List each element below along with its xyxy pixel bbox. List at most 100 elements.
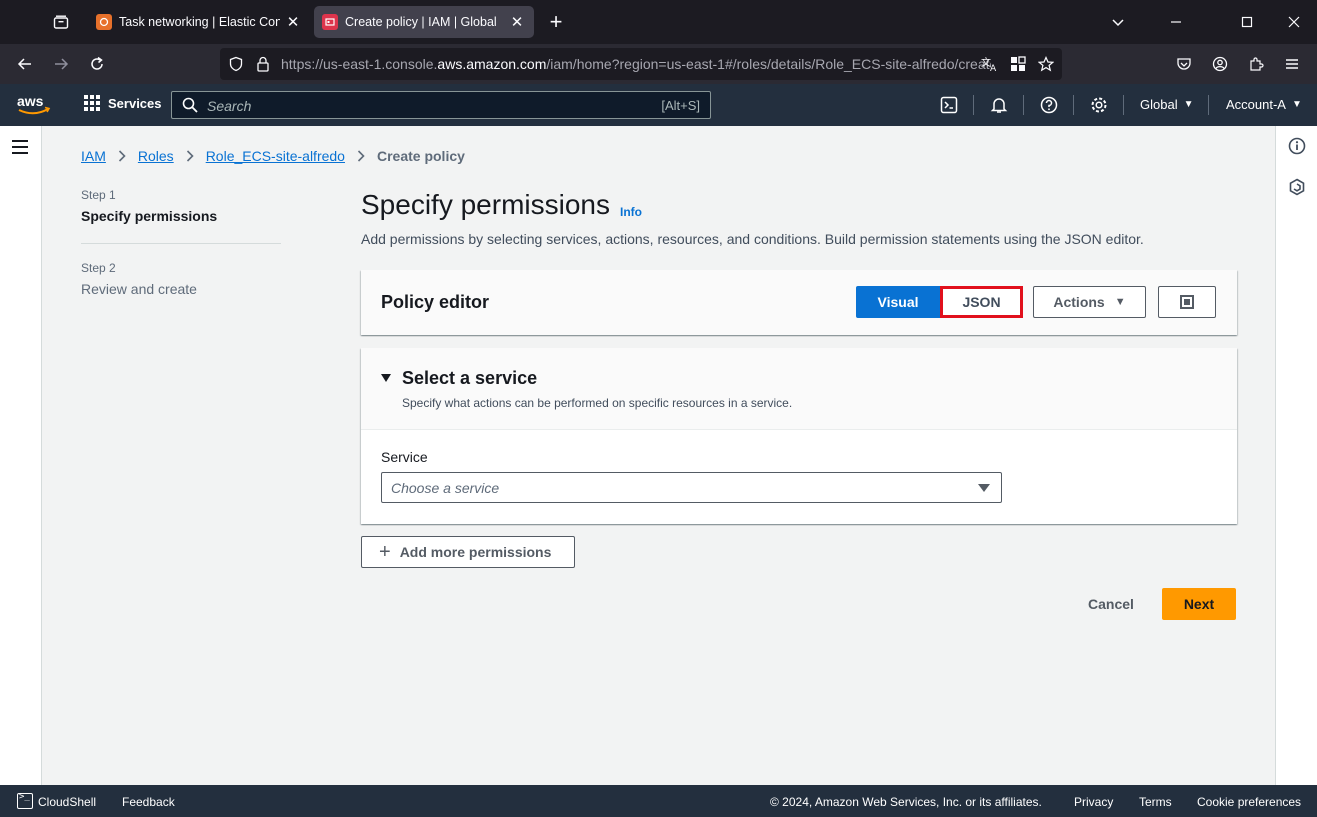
plus-icon: + <box>379 541 391 563</box>
search-shortcut: [Alt+S] <box>661 98 700 113</box>
breadcrumb-roles-link[interactable]: Roles <box>138 148 174 164</box>
hexagon-icon[interactable] <box>1288 178 1306 196</box>
ecs-favicon-icon <box>96 14 112 30</box>
new-tab-button[interactable]: + <box>542 8 570 36</box>
iam-favicon-icon <box>322 14 338 30</box>
aws-logo-icon[interactable]: aws <box>16 92 52 118</box>
address-bar[interactable]: https://us-east-1.console.aws.amazon.com… <box>220 48 1062 80</box>
info-icon[interactable] <box>1288 137 1306 155</box>
breadcrumb-iam-link[interactable]: IAM <box>81 148 106 164</box>
svg-text:aws: aws <box>17 93 44 109</box>
tab-title: Create policy | IAM | Global <box>345 15 497 29</box>
footer-cookie-link[interactable]: Cookie preferences <box>1197 795 1301 809</box>
service-select-placeholder: Choose a service <box>391 480 500 496</box>
browser-tab-iam[interactable]: Create policy | IAM | Global ✕ <box>314 6 534 38</box>
cancel-button[interactable]: Cancel <box>1076 588 1146 620</box>
chevron-right-icon <box>118 150 126 162</box>
tab-list-dropdown-button[interactable] <box>1098 8 1138 36</box>
grid-icon <box>84 95 100 111</box>
json-mode-button[interactable]: JSON <box>940 286 1023 318</box>
notifications-button[interactable] <box>989 95 1009 115</box>
add-more-permissions-button[interactable]: + Add more permissions <box>361 536 575 568</box>
close-icon <box>1288 16 1300 28</box>
caret-down-icon[interactable] <box>381 374 391 382</box>
services-label: Services <box>108 95 162 111</box>
tab-overview-button[interactable] <box>44 8 78 36</box>
maximize-button[interactable] <box>1227 8 1267 36</box>
browser-tab-strip: Task networking | Elastic Container Serv… <box>0 0 1317 44</box>
step-title: Specify permissions <box>81 208 218 224</box>
caret-down-icon: ▼ <box>1291 99 1302 110</box>
service-select[interactable]: Choose a service <box>381 472 1002 503</box>
chevron-right-icon <box>186 150 194 162</box>
select-service-description: Specify what actions can be performed on… <box>402 396 793 410</box>
translate-icon[interactable]: 文A <box>980 54 1000 74</box>
region-selector[interactable]: Global ▼ <box>1140 97 1193 112</box>
reload-icon <box>91 56 103 70</box>
header-divider <box>1123 95 1124 115</box>
extensions-grid-icon[interactable] <box>1008 54 1028 74</box>
tab-overview-icon <box>53 15 69 29</box>
cloudshell-header-button[interactable] <box>939 95 959 115</box>
url-prefix: https://us-east-1.console. <box>281 56 438 72</box>
info-link[interactable]: Info <box>620 205 642 219</box>
search-placeholder: Search <box>207 98 252 114</box>
hamburger-menu-icon[interactable] <box>12 140 28 154</box>
forward-button[interactable] <box>47 50 75 78</box>
footer-cloudshell-link[interactable]: CloudShell <box>38 795 96 809</box>
footer-terms-link[interactable]: Terms <box>1139 795 1172 809</box>
footer-feedback-link[interactable]: Feedback <box>122 795 175 809</box>
visual-mode-button[interactable]: Visual <box>856 286 940 318</box>
step-number: Step 2 <box>81 261 116 275</box>
pocket-button[interactable] <box>1170 50 1198 78</box>
account-button[interactable] <box>1206 50 1234 78</box>
lock-icon[interactable] <box>253 54 273 74</box>
bookmark-star-icon[interactable] <box>1036 54 1056 74</box>
terminal-icon[interactable] <box>17 792 33 809</box>
console-footer: CloudShell Feedback © 2024, Amazon Web S… <box>0 785 1317 817</box>
service-field-label: Service <box>381 449 428 465</box>
select-service-card: Select a service Specify what actions ca… <box>361 348 1237 524</box>
browser-tab-ecs[interactable]: Task networking | Elastic Container Serv… <box>88 6 310 38</box>
url-suffix: /iam/home?region=us-east-1#/roles/detail… <box>546 56 991 72</box>
puzzle-icon <box>1250 57 1264 71</box>
step-divider <box>81 243 281 244</box>
actions-label: Actions <box>1053 294 1105 310</box>
next-button[interactable]: Next <box>1162 588 1236 620</box>
close-window-button[interactable] <box>1274 8 1314 36</box>
extensions-button[interactable] <box>1242 50 1270 78</box>
app-menu-button[interactable] <box>1278 50 1306 78</box>
account-menu[interactable]: Account-A ▼ <box>1226 97 1302 112</box>
policy-editor-title: Policy editor <box>381 292 490 312</box>
pocket-icon <box>1177 58 1191 70</box>
fullscreen-button[interactable] <box>1158 286 1216 318</box>
tab-close-icon[interactable]: ✕ <box>508 13 526 31</box>
help-icon <box>1040 96 1058 114</box>
account-label: Account-A <box>1226 97 1286 112</box>
gear-icon <box>1091 97 1107 113</box>
bell-icon <box>990 98 1008 113</box>
tracking-shield-icon[interactable] <box>226 54 246 74</box>
chevron-down-icon <box>1112 19 1124 27</box>
wizard-steps: Step 1 Specify permissions Step 2 Review… <box>81 188 281 297</box>
back-button[interactable] <box>11 50 39 78</box>
settings-button[interactable] <box>1089 95 1109 115</box>
help-button[interactable] <box>1039 95 1059 115</box>
header-divider <box>973 95 974 115</box>
minimize-button[interactable] <box>1156 8 1196 36</box>
breadcrumb: IAM Roles Role_ECS-site-alfredo Create p… <box>81 148 465 164</box>
url-domain: aws.amazon.com <box>437 56 547 72</box>
select-service-header[interactable]: Select a service Specify what actions ca… <box>361 348 1237 430</box>
reload-button[interactable] <box>83 50 111 78</box>
services-menu-button[interactable]: Services <box>84 95 162 111</box>
console-search-input[interactable]: Search [Alt+S] <box>171 91 711 119</box>
arrow-left-icon <box>17 58 31 70</box>
maximize-icon <box>1241 16 1253 28</box>
footer-privacy-link[interactable]: Privacy <box>1074 795 1113 809</box>
step-1: Step 1 Specify permissions <box>81 188 281 224</box>
actions-dropdown-button[interactable]: Actions ▼ <box>1033 286 1146 318</box>
breadcrumb-role-link[interactable]: Role_ECS-site-alfredo <box>206 148 345 164</box>
region-label: Global <box>1140 97 1178 112</box>
search-icon <box>182 97 198 113</box>
tab-close-icon[interactable]: ✕ <box>284 13 302 31</box>
